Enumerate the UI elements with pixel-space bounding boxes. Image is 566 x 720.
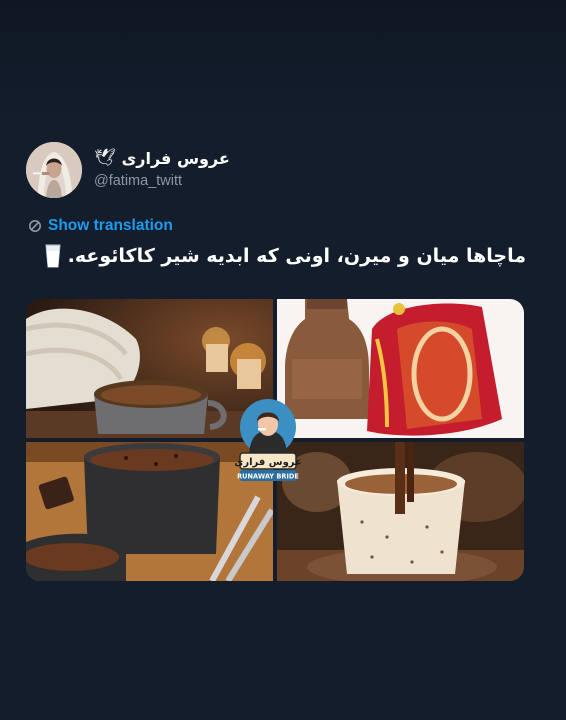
tweet-body: ماچاها میان و میرن، اونی که ابدیه شیر کا… bbox=[67, 245, 526, 267]
runaway-bride-watermark: عروس فراری RUNAWAY BRIDE bbox=[235, 397, 301, 483]
avatar-image bbox=[26, 142, 82, 198]
translate-icon bbox=[28, 219, 42, 233]
avatar[interactable] bbox=[26, 142, 82, 198]
show-translation-link[interactable]: Show translation bbox=[48, 217, 173, 235]
tweet-text: ماچاها میان و میرن، اونی که ابدیه شیر کا… bbox=[26, 241, 526, 271]
author-name-row[interactable]: 🕊 عروس فراری bbox=[94, 146, 274, 170]
tweet-card: 🕊 عروس فراری @fatima_twitt Show translat… bbox=[0, 0, 566, 720]
milk-glass-icon bbox=[42, 243, 64, 269]
watermark-subtitle: RUNAWAY BRIDE bbox=[237, 473, 299, 481]
watermark-title: عروس فراری bbox=[235, 457, 301, 468]
photo-speckled-cup[interactable] bbox=[277, 442, 524, 581]
dove-icon: 🕊 bbox=[94, 147, 116, 168]
display-name[interactable]: عروس فراری bbox=[122, 149, 230, 168]
photo-milk-bottle[interactable] bbox=[277, 299, 524, 438]
show-translation-row[interactable]: Show translation bbox=[28, 216, 173, 236]
user-handle[interactable]: @fatima_twitt bbox=[94, 173, 182, 189]
